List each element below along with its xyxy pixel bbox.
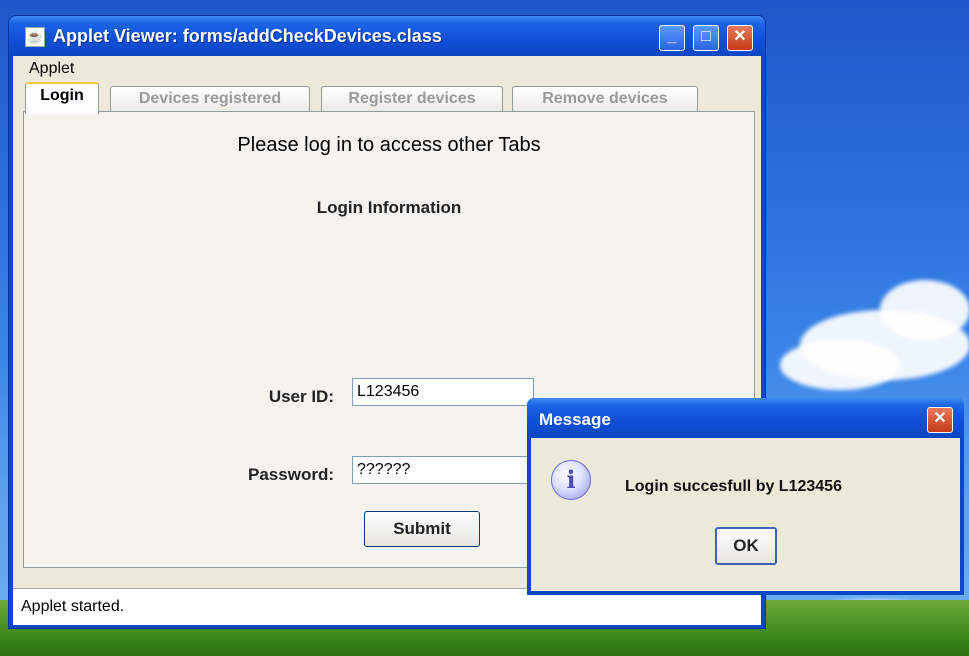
- close-button[interactable]: ✕: [927, 407, 953, 433]
- message-dialog: Message ✕ i Login succesfull by L123456 …: [527, 398, 964, 595]
- message-body: i Login succesfull by L123456 OK: [531, 438, 960, 591]
- user-id-label: User ID:: [268, 387, 334, 406]
- applet-titlebar[interactable]: ☕ Applet Viewer: forms/addCheckDevices.c…: [9, 16, 765, 56]
- submit-button[interactable]: Submit: [364, 511, 480, 547]
- password-label: Password:: [248, 465, 334, 484]
- maximize-button[interactable]: □: [693, 25, 719, 51]
- login-section-title: Login Information: [316, 198, 462, 217]
- minimize-button[interactable]: _: [659, 25, 685, 51]
- login-heading: Please log in to access other Tabs: [237, 134, 541, 156]
- menu-applet[interactable]: Applet: [29, 60, 74, 78]
- info-icon: i: [551, 460, 591, 500]
- close-button[interactable]: ✕: [727, 25, 753, 51]
- message-text: Login succesfull by L123456: [625, 478, 842, 495]
- java-cup-icon: ☕: [25, 27, 45, 47]
- message-title: Message: [539, 410, 611, 429]
- ok-button[interactable]: OK: [715, 527, 777, 565]
- user-id-input[interactable]: [352, 378, 534, 406]
- password-input[interactable]: [352, 456, 534, 484]
- tab-devices-registered[interactable]: Devices registered: [110, 86, 310, 111]
- tab-strip: Login Devices registered Register device…: [13, 82, 761, 114]
- tab-remove-devices[interactable]: Remove devices: [512, 86, 698, 111]
- menubar: Applet: [13, 56, 761, 82]
- status-text: Applet started.: [21, 598, 125, 615]
- tab-login[interactable]: Login: [25, 82, 99, 114]
- window-title: Applet Viewer: forms/addCheckDevices.cla…: [53, 26, 442, 46]
- message-titlebar[interactable]: Message ✕: [527, 398, 964, 438]
- tab-register-devices[interactable]: Register devices: [321, 86, 503, 111]
